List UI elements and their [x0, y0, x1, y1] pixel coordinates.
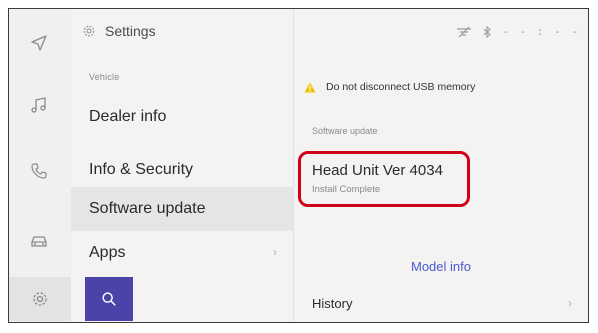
car-icon[interactable]	[25, 227, 53, 255]
menu-item-label: Apps	[89, 244, 126, 261]
menu-item-info-security[interactable]: Info & Security	[71, 150, 293, 190]
section-label-vehicle: Vehicle	[89, 72, 120, 82]
model-info-button[interactable]: Model info	[294, 259, 588, 274]
signal-icon	[457, 26, 472, 37]
head-unit-highlight	[298, 151, 470, 207]
history-item[interactable]: History	[312, 296, 352, 311]
navigation-icon[interactable]	[25, 29, 53, 57]
screen-frame: Settings Vehicle Dealer info Info & Secu…	[8, 8, 589, 323]
chevron-right-icon: ›	[273, 245, 277, 259]
head-unit-version[interactable]: Head Unit Ver 4034	[312, 162, 443, 179]
gear-icon	[83, 25, 95, 37]
menu-item-label: Software update	[89, 200, 206, 217]
settings-icon[interactable]	[9, 277, 71, 321]
menu-item-apps[interactable]: Apps ›	[71, 233, 293, 273]
search-icon	[102, 292, 116, 306]
chevron-right-icon: ›	[568, 296, 572, 310]
usb-warning: Do not disconnect USB memory	[304, 81, 475, 93]
music-icon[interactable]	[25, 91, 53, 119]
menu-item-software-update[interactable]: Software update	[71, 187, 293, 231]
icon-rail	[9, 9, 72, 322]
warning-text: Do not disconnect USB memory	[326, 81, 476, 93]
bluetooth-icon	[484, 25, 492, 38]
settings-menu: Settings Vehicle Dealer info Info & Secu…	[71, 9, 294, 322]
menu-item-dealer-info[interactable]: Dealer info	[71, 97, 293, 137]
content-panel: - - : - - Do not disconnect USB memory S…	[294, 9, 588, 322]
install-status: Install Complete	[312, 184, 381, 195]
search-button[interactable]	[85, 277, 133, 321]
status-bar: - - : - -	[456, 25, 580, 38]
menu-item-label: Info & Security	[89, 161, 194, 178]
clock: - - : - -	[502, 25, 580, 38]
phone-icon[interactable]	[25, 157, 53, 185]
page-title: Settings	[105, 23, 156, 39]
menu-item-label: Dealer info	[89, 108, 167, 125]
section-label-software-update: Software update	[312, 126, 378, 136]
warning-icon	[304, 82, 316, 92]
settings-header: Settings	[81, 23, 156, 39]
